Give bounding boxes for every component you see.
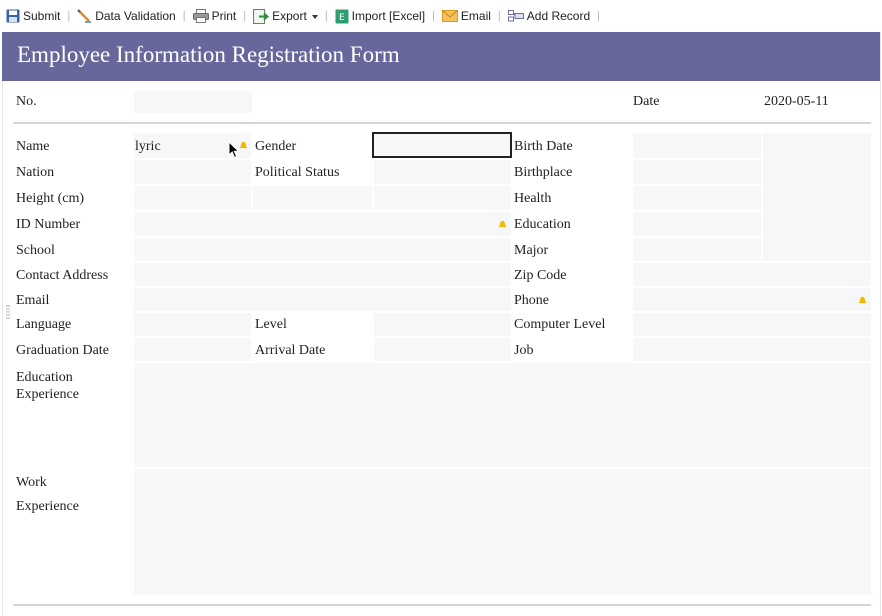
add-record-button[interactable]: Add Record	[506, 6, 592, 26]
computer-level-label: Computer Level	[514, 317, 606, 332]
work-experience-label-line2: Experience	[16, 499, 79, 514]
education-input[interactable]	[633, 212, 761, 236]
required-bell-icon	[239, 141, 248, 149]
education-experience-input[interactable]	[134, 363, 871, 467]
health-input[interactable]	[633, 186, 761, 210]
name-value[interactable]: lyric	[135, 138, 161, 155]
major-input[interactable]	[633, 238, 761, 261]
save-icon	[6, 9, 20, 23]
graduation-date-label: Graduation Date	[16, 343, 109, 358]
height-extra-cell-2[interactable]	[374, 186, 511, 210]
photo-area[interactable]	[763, 133, 871, 261]
gender-input[interactable]	[372, 132, 512, 158]
toolbar-separator: |	[67, 10, 71, 22]
birth-date-label: Birth Date	[514, 139, 573, 154]
education-experience-label-line2: Experience	[16, 387, 79, 402]
date-value[interactable]: 2020-05-11	[764, 93, 829, 110]
birthplace-input[interactable]	[633, 160, 761, 184]
graduation-date-input[interactable]	[134, 338, 251, 361]
contact-address-input[interactable]	[134, 263, 511, 286]
birth-date-input[interactable]	[633, 133, 761, 158]
height-label: Height (cm)	[16, 191, 85, 206]
education-experience-label: Education	[16, 370, 73, 385]
toolbar-separator: |	[324, 10, 328, 22]
submit-button[interactable]: Submit	[4, 6, 62, 26]
form-header: Employee Information Registration Form	[2, 32, 880, 81]
email-button[interactable]: Email	[440, 6, 493, 26]
divider	[13, 604, 871, 606]
pencil-icon	[77, 9, 92, 23]
toolbar-separator: |	[243, 10, 247, 22]
height-extra-cell[interactable]	[253, 186, 372, 210]
no-label: No.	[16, 94, 37, 109]
zip-code-label: Zip Code	[514, 268, 567, 283]
toolbar-separator: |	[597, 10, 600, 22]
svg-text:E: E	[339, 13, 345, 23]
toolbar-separator: |	[497, 10, 501, 22]
birthplace-label: Birthplace	[514, 165, 573, 180]
job-label: Job	[514, 343, 534, 358]
political-status-label: Political Status	[255, 165, 340, 180]
political-status-input[interactable]	[374, 160, 511, 184]
id-number-input[interactable]	[134, 212, 511, 236]
arrival-date-input[interactable]	[374, 338, 511, 361]
computer-level-input[interactable]	[633, 313, 871, 336]
work-experience-input[interactable]	[134, 469, 871, 595]
email-input[interactable]	[134, 288, 511, 311]
add-record-icon	[507, 10, 524, 22]
form-title: Employee Information Registration Form	[17, 42, 400, 67]
mouse-pointer-icon	[228, 141, 240, 159]
level-input[interactable]	[374, 313, 511, 336]
school-label: School	[16, 243, 55, 258]
nation-label: Nation	[16, 165, 55, 180]
resize-grip-icon[interactable]	[6, 305, 10, 319]
date-label: Date	[633, 94, 660, 109]
id-number-label: ID Number	[16, 217, 81, 232]
phone-input[interactable]	[633, 288, 871, 311]
data-validation-button[interactable]: Data Validation	[75, 6, 178, 26]
divider	[13, 122, 871, 124]
toolbar-separator: |	[182, 10, 186, 22]
height-input[interactable]	[134, 186, 251, 210]
gender-label: Gender	[255, 139, 297, 154]
major-label: Major	[514, 243, 549, 258]
arrival-date-label: Arrival Date	[255, 343, 326, 358]
toolbar: Submit | Data Validation | Print | Expor…	[0, 0, 882, 32]
chevron-down-icon	[311, 14, 318, 19]
nation-input[interactable]	[134, 160, 251, 184]
language-input[interactable]	[134, 313, 251, 336]
email-label: Email	[16, 293, 50, 308]
name-label: Name	[16, 139, 50, 154]
education-label: Education	[514, 217, 571, 232]
no-input[interactable]	[134, 91, 252, 113]
health-label: Health	[514, 191, 552, 206]
printer-icon	[192, 9, 209, 23]
envelope-icon	[441, 10, 458, 22]
level-label: Level	[255, 317, 287, 332]
toolbar-separator: |	[432, 10, 435, 22]
work-experience-label: Work	[16, 475, 47, 490]
export-button[interactable]: Export	[251, 6, 320, 26]
required-bell-icon	[858, 296, 867, 304]
school-input[interactable]	[134, 238, 511, 261]
excel-icon: E	[335, 9, 349, 23]
job-input[interactable]	[633, 338, 871, 361]
contact-address-label: Contact Address	[16, 268, 109, 283]
required-bell-icon	[498, 220, 507, 228]
import-excel-button[interactable]: E Import [Excel]	[333, 6, 427, 26]
phone-label: Phone	[514, 293, 549, 308]
zip-code-input[interactable]	[633, 263, 871, 286]
print-button[interactable]: Print	[191, 6, 239, 26]
language-label: Language	[16, 317, 72, 332]
export-icon	[253, 8, 270, 24]
